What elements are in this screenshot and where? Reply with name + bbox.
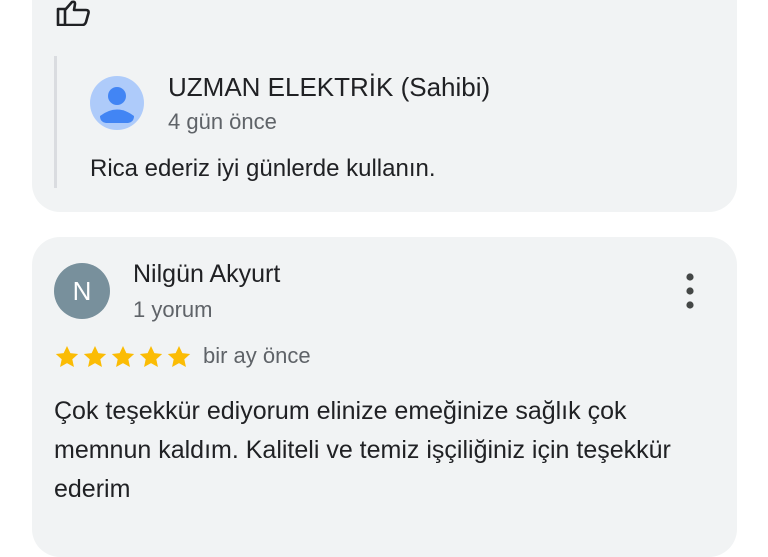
thumbs-up-icon[interactable] bbox=[56, 0, 94, 26]
person-icon bbox=[90, 76, 144, 130]
star-icon bbox=[55, 345, 79, 367]
more-vert-icon[interactable] bbox=[678, 271, 702, 311]
reply-indent-bar bbox=[54, 56, 57, 188]
owner-name: UZMAN ELEKTRİK (Sahibi) bbox=[168, 72, 491, 102]
review-text: Çok teşekkür ediyorum elinize emeğinize … bbox=[54, 397, 671, 503]
review-time: bir ay önce bbox=[203, 343, 311, 368]
review-card: N Nilgün Akyurt 1 yorum bir ay önce Çok … bbox=[32, 237, 737, 557]
star-icon bbox=[83, 345, 107, 367]
owner-reply-text: Rica ederiz iyi günlerde kullanın. bbox=[90, 155, 436, 182]
avatar[interactable]: N bbox=[54, 263, 110, 319]
star-rating bbox=[54, 344, 192, 370]
owner-reply-card: UZMAN ELEKTRİK (Sahibi) 4 gün önce Rica … bbox=[32, 0, 737, 212]
reviewer-name[interactable]: Nilgün Akyurt bbox=[133, 260, 280, 289]
star-icon bbox=[167, 345, 191, 367]
owner-reply-time: 4 gün önce bbox=[168, 109, 277, 134]
star-icon bbox=[139, 345, 163, 367]
reviewer-review-count: 1 yorum bbox=[133, 297, 213, 322]
star-icon bbox=[111, 345, 135, 367]
